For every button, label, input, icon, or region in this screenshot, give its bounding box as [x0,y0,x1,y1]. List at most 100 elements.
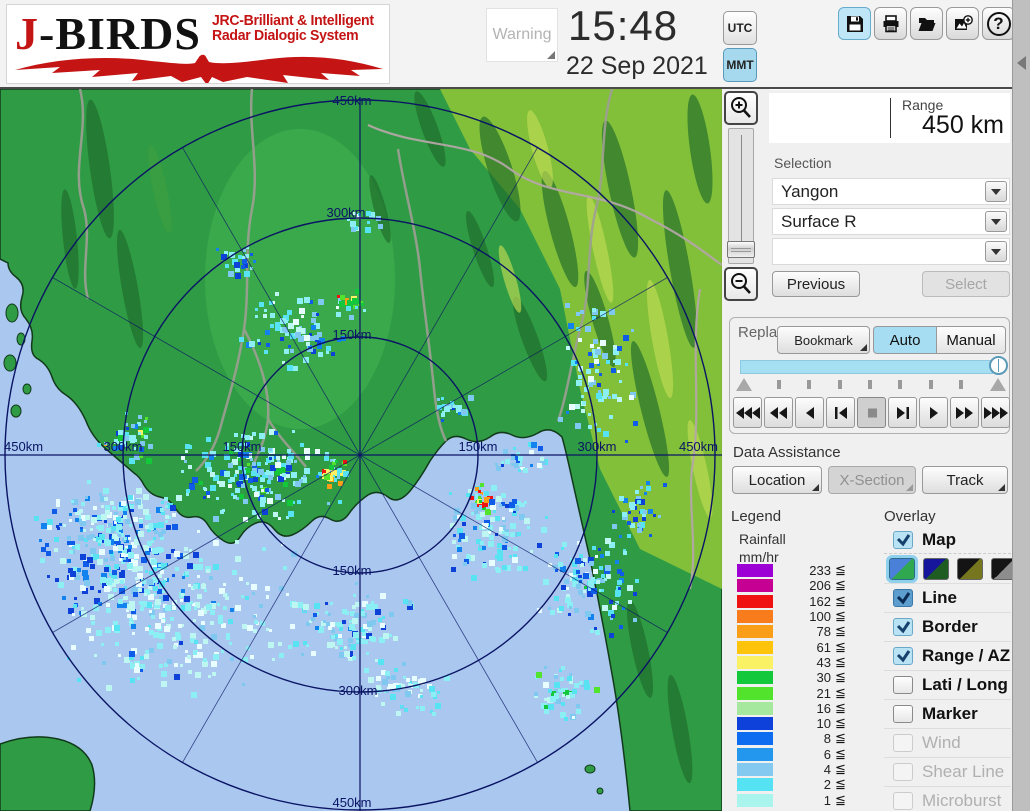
manual-button[interactable]: Manual [937,326,1006,354]
zoom-out-button[interactable] [724,267,758,301]
legend-value: 1 [823,792,831,808]
rew2-button[interactable] [764,397,793,428]
dropdown-arrow-button[interactable] [985,211,1007,232]
svg-text:300km: 300km [103,439,142,454]
x-section-button[interactable]: X-Section [828,466,916,494]
stop-button[interactable] [857,397,886,428]
track-button[interactable]: Track [922,466,1008,494]
svg-text:450km: 450km [332,93,371,108]
legend-swatch [737,778,773,792]
overlay-row-lati-long: Lati / Long [884,671,1011,700]
print-button[interactable] [874,7,907,40]
less-equal-glyph: ≦ [835,792,846,808]
less-equal-glyph: ≦ [835,639,846,655]
mmt-button[interactable]: MMT [723,48,757,82]
zoom-slider-track[interactable] [727,128,755,264]
logo-title-rest: -BIRDS [39,8,201,59]
overlay-row-line: Line [884,584,1011,613]
auto-button[interactable]: Auto [873,326,937,354]
microburst-checkbox [893,792,913,810]
less-equal-glyph: ≦ [835,731,846,747]
timeline-tick [928,380,933,389]
fwd2-button[interactable] [950,397,979,428]
selection-label: Selection [774,155,832,171]
legend-row: 10 ≦ [737,716,846,731]
less-equal-glyph: ≦ [835,777,846,793]
range-az-checkbox[interactable] [893,647,913,665]
chevron-down-icon [991,248,1001,255]
legend-value: 43 [816,654,831,670]
fwd-button[interactable] [919,397,948,428]
svg-text:300km: 300km [577,439,616,454]
legend-value: 6 [823,746,831,762]
dropdown-arrow-button[interactable] [985,241,1007,262]
header: J-BIRDS JRC-Brilliant & Intelligent Rada… [0,0,1030,89]
warning-button[interactable]: Warning [486,8,558,62]
stepback-button[interactable] [826,397,855,428]
overlay-row-microburst: Microburst [884,787,1011,811]
stepfwd-button[interactable] [888,397,917,428]
map-style-2-button[interactable] [923,557,949,580]
clock-date: 22 Sep 2021 [566,52,708,80]
back-button[interactable] [795,397,824,428]
svg-text:300km: 300km [326,205,365,220]
product-dropdown[interactable]: Surface R [772,208,1010,235]
timeline-ticks [777,380,963,389]
bookmark-button[interactable]: Bookmark [777,326,870,354]
dropdown-arrow-button[interactable] [985,181,1007,202]
select-button[interactable]: Select [922,271,1010,297]
zoom-in-button[interactable] [724,91,758,125]
fwd3-button[interactable] [981,397,1010,428]
rew3-button[interactable] [733,397,762,428]
legend-swatch [737,640,773,654]
overlay-row-wind: Wind [884,729,1011,758]
range-end-marker[interactable] [990,378,1006,391]
data-assistance-label: Data Assistance [733,444,841,461]
legend-row: 162 ≦ [737,594,846,609]
overlay-label: Border [922,617,978,636]
previous-button[interactable]: Previous [772,271,860,297]
clock-time: 15:48 [568,2,679,49]
overlay-label: Wind [922,733,961,752]
open-folder-button[interactable] [910,7,943,40]
map-style-3-button[interactable] [957,557,983,580]
overlay-row-range-az: Range / AZ [884,642,1011,671]
map-style-1-button[interactable] [886,554,918,583]
overlay-label: Microburst [922,791,1002,810]
overlay-row-border: Border [884,613,1011,642]
legend-value: 21 [816,685,831,701]
overlay-row-map: Map [884,526,1011,554]
range-box: Range 450 km [769,93,1010,143]
overlay-row-marker: Marker [884,700,1011,729]
wind-checkbox [893,734,913,752]
station-dropdown[interactable]: Yangon [772,178,1010,205]
marker-checkbox[interactable] [893,705,913,723]
printer-icon [883,14,898,32]
border-checkbox[interactable] [893,618,913,636]
replay-slider-handle[interactable] [989,356,1008,375]
radar-map[interactable]: 450km 300km 150km 150km 300km 450km 450km 300km… [0,89,722,811]
overlay-label: Line [922,588,957,607]
lati-long-checkbox[interactable] [893,676,913,694]
help-button[interactable]: ? [982,7,1015,40]
line-checkbox[interactable] [893,589,913,607]
save-button[interactable] [838,7,871,40]
svg-text:150km: 150km [332,327,371,342]
range-start-marker[interactable] [736,378,752,391]
location-button[interactable]: Location [732,466,822,494]
timeline-tick [867,380,872,389]
legend-value: 30 [816,670,831,686]
less-equal-glyph: ≦ [835,624,846,640]
collapse-arrow-icon[interactable] [1017,56,1026,70]
add-image-button[interactable] [946,7,979,40]
legend-swatch [737,564,773,578]
zoom-slider-handle[interactable] [727,241,755,258]
utc-button[interactable]: UTC [723,11,757,45]
legend-value: 10 [816,716,831,732]
timeline-tick [777,380,781,389]
legend-row: 21 ≦ [737,685,846,701]
legend-title: Legend [731,508,782,525]
option-dropdown[interactable] [772,238,1010,265]
map-checkbox[interactable] [893,530,913,549]
replay-progress-track[interactable] [740,360,993,374]
